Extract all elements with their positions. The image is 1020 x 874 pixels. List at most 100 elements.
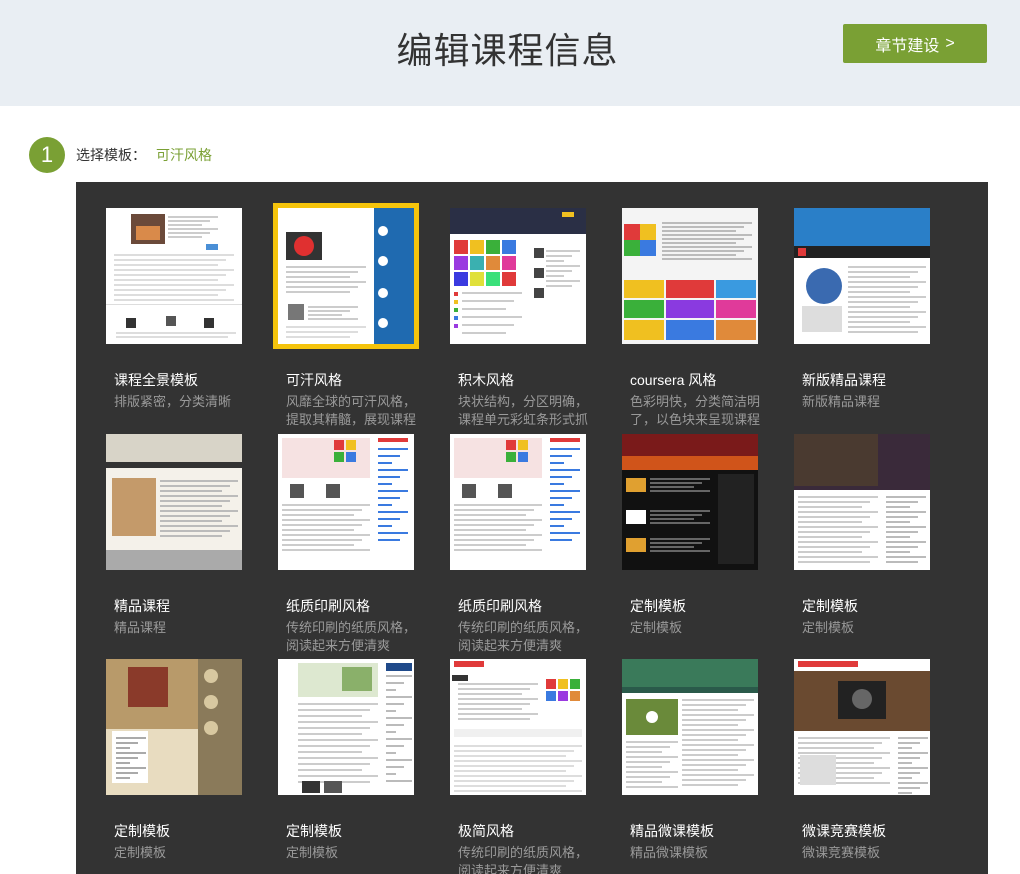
thumbnail-shape	[308, 310, 350, 312]
template-thumbnail[interactable]	[106, 659, 242, 795]
thumbnail-shape	[848, 316, 918, 318]
thumbnail-shape	[454, 765, 574, 767]
thumbnail-shape	[798, 521, 862, 523]
template-card[interactable]: 定制模板 定制模板	[76, 633, 242, 874]
thumbnail-shape	[386, 696, 412, 698]
template-thumbnail[interactable]	[106, 208, 242, 344]
thumbnail-shape	[454, 529, 526, 531]
chapter-build-label: 章节建设	[875, 37, 940, 55]
thumbnail-shape	[286, 331, 358, 333]
thumbnail-shape	[848, 326, 926, 328]
thumbnail-shape	[716, 320, 756, 340]
template-thumbnail[interactable]	[273, 203, 419, 349]
template-card[interactable]: 积木风格块状结构，分区明确，课程单元彩虹条形式抓人眼球	[420, 182, 588, 442]
thumbnail-shape	[878, 434, 930, 486]
thumbnail-shape	[298, 751, 362, 753]
thumbnail-shape	[454, 316, 458, 320]
thumbnail-shape	[386, 724, 404, 726]
template-card[interactable]: 可汗风格风靡全球的可汗风格，提取其精髓，展现课程主页	[248, 182, 419, 442]
template-card[interactable]: 纸质印刷风格 传统印刷的纸质风格，阅读起来方便清爽	[420, 408, 588, 668]
template-card[interactable]: 极简风格 传统印刷的纸质风格，阅读起来方便清爽	[420, 633, 588, 874]
thumbnail-shape	[298, 745, 370, 747]
template-thumbnail[interactable]	[794, 434, 930, 570]
thumbnail-shape	[386, 780, 412, 782]
template-card[interactable]: 课程全景模板 排版紧密，分类清晰	[76, 182, 242, 442]
thumbnail-shape	[386, 773, 396, 775]
template-step: 1 选择模板： 可汗风格	[29, 137, 212, 173]
thumbnail-shape	[550, 504, 564, 506]
template-thumbnail[interactable]	[622, 208, 758, 344]
thumbnail-shape	[386, 745, 404, 747]
template-card[interactable]: 定制模板 定制模板	[592, 408, 758, 668]
thumbnail-shape	[378, 511, 408, 513]
thumbnail-shape	[116, 772, 138, 774]
thumbnail-shape	[546, 255, 572, 257]
thumbnail-shape	[848, 266, 926, 268]
template-card[interactable]: 精品课程 精品课程	[76, 408, 242, 668]
template-card[interactable]: 微课竞赛模板 微课竞赛模板	[764, 633, 930, 874]
template-name: 定制模板	[114, 823, 170, 839]
thumbnail-shape	[626, 766, 662, 768]
thumbnail-shape	[454, 750, 574, 752]
template-card[interactable]: 定制模板 定制模板	[248, 633, 414, 874]
template-card[interactable]: 定制模板 定制模板	[764, 408, 930, 668]
thumbnail-shape	[650, 542, 702, 544]
thumbnail-shape	[116, 747, 130, 749]
thumbnail-shape	[160, 520, 222, 522]
thumbnail-shape	[898, 792, 912, 794]
template-thumbnail[interactable]	[622, 659, 758, 795]
thumbnail-shape	[378, 476, 400, 478]
thumbnail-shape	[682, 699, 754, 701]
thumbnail-shape	[848, 291, 910, 293]
thumbnail-shape	[454, 534, 542, 536]
thumbnail-shape	[454, 780, 574, 782]
thumbnail-shape	[662, 222, 752, 224]
template-thumbnail[interactable]	[278, 659, 414, 795]
template-name: 定制模板	[630, 598, 686, 614]
template-thumbnail[interactable]	[794, 659, 930, 795]
thumbnail-shape	[116, 762, 130, 764]
template-thumbnail[interactable]	[622, 434, 758, 570]
template-thumbnail[interactable]	[794, 208, 930, 344]
thumbnail-shape	[498, 484, 512, 498]
thumbnail-shape	[286, 326, 366, 328]
thumbnail-shape	[160, 480, 238, 482]
thumbnail-shape	[626, 746, 670, 748]
thumbnail-shape	[298, 703, 378, 705]
thumbnail-shape	[626, 761, 670, 763]
template-card[interactable]: 新版精品课程 新版精品课程	[764, 182, 930, 442]
template-name: 精品微课模板	[630, 823, 714, 839]
thumbnail-shape	[298, 733, 362, 735]
chapter-build-button[interactable]: 章节建设 >	[843, 24, 987, 63]
thumbnail-shape	[682, 739, 738, 741]
template-thumbnail[interactable]	[450, 434, 586, 570]
thumbnail-shape	[550, 525, 564, 527]
thumbnail-shape	[462, 300, 514, 302]
template-card[interactable]: 纸质印刷风格 传统印刷的纸质风格，阅读起来方便清爽	[248, 408, 416, 668]
thumbnail-shape	[682, 764, 746, 766]
thumbnail-shape	[798, 526, 878, 528]
thumbnail-shape	[378, 490, 408, 492]
template-thumbnail[interactable]	[450, 208, 586, 344]
thumbnail-shape	[626, 781, 662, 783]
thumbnail-shape	[794, 246, 930, 258]
template-thumbnail[interactable]	[450, 659, 586, 795]
thumbnail-shape	[886, 541, 926, 543]
thumbnail-shape	[168, 228, 218, 230]
thumbnail-shape	[160, 485, 230, 487]
thumbnail-shape	[298, 727, 370, 729]
template-thumbnail[interactable]	[106, 434, 242, 570]
thumbnail-shape	[378, 288, 388, 298]
thumbnail-shape	[454, 509, 534, 511]
template-card[interactable]: coursera 风格色彩明快，分类简洁明了，以色块来呈现课程单元	[592, 182, 760, 442]
thumbnail-shape	[682, 719, 746, 721]
thumbnail-shape	[848, 311, 926, 313]
template-thumbnail[interactable]	[278, 434, 414, 570]
thumbnail-shape	[204, 721, 218, 735]
thumbnail-shape	[452, 675, 468, 681]
thumbnail-shape	[640, 240, 656, 256]
thumbnail-shape	[458, 698, 538, 700]
thumbnail-shape	[454, 519, 542, 521]
template-card[interactable]: 精品微课模板 精品微课模板	[592, 633, 758, 874]
thumbnail-shape	[622, 687, 758, 693]
